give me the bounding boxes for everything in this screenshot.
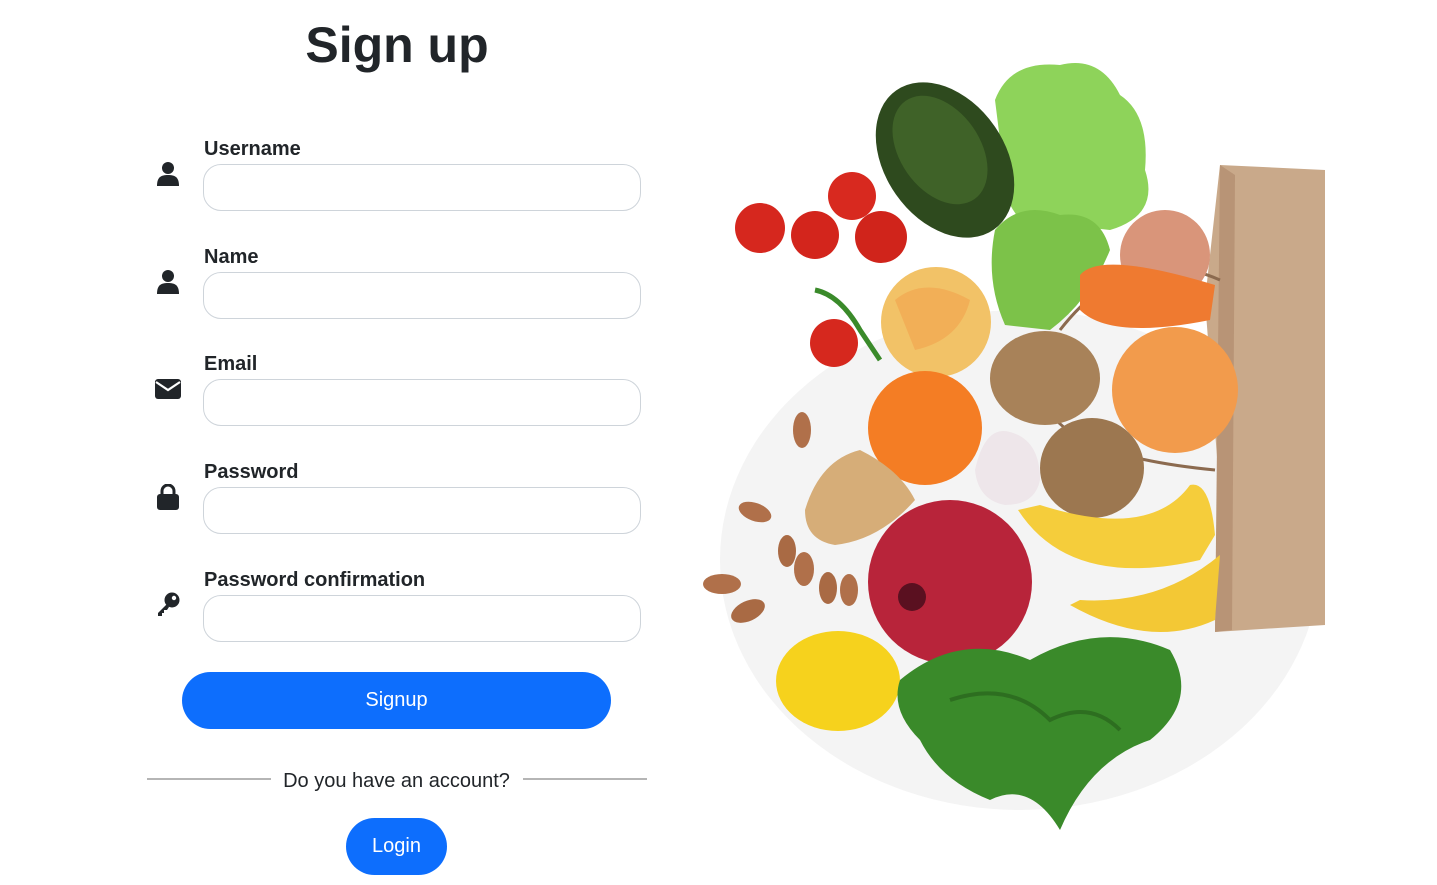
username-field-group: Username — [150, 137, 650, 217]
password-input[interactable] — [203, 487, 641, 534]
user-icon — [154, 268, 182, 296]
page-title: Sign up — [305, 17, 489, 73]
grocery-illustration — [703, 63, 1325, 830]
divider-line-left — [147, 778, 271, 780]
lock-icon — [154, 483, 182, 511]
password-confirmation-field-group: Password confirmation — [150, 568, 650, 648]
name-label: Name — [204, 246, 259, 268]
name-input[interactable] — [203, 272, 641, 319]
account-prompt: Do you have an account? — [283, 770, 510, 792]
password-label: Password — [204, 461, 299, 483]
login-button[interactable]: Login — [346, 818, 447, 875]
divider-line-right — [523, 778, 647, 780]
grocery-hero-image — [700, 50, 1330, 840]
password-confirmation-label: Password confirmation — [204, 569, 426, 591]
username-label: Username — [204, 138, 301, 160]
name-field-group: Name — [150, 245, 650, 325]
email-field-group: Email — [150, 352, 650, 432]
key-icon — [154, 590, 182, 618]
email-input[interactable] — [203, 379, 641, 426]
username-input[interactable] — [203, 164, 641, 211]
user-icon — [154, 160, 182, 188]
password-field-group: Password — [150, 460, 650, 540]
signup-button[interactable]: Signup — [182, 672, 611, 729]
password-confirmation-input[interactable] — [203, 595, 641, 642]
envelope-icon — [154, 375, 182, 403]
email-label: Email — [204, 353, 258, 375]
